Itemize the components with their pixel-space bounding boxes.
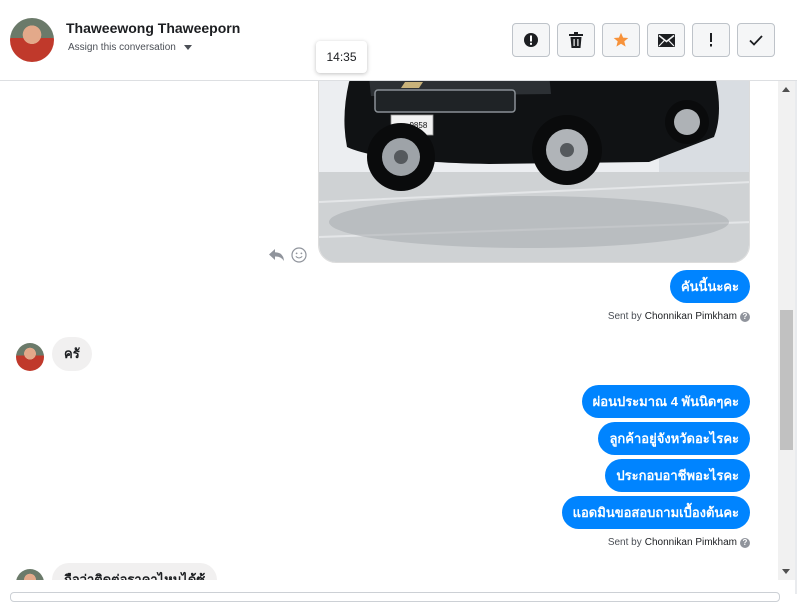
sent-by-prefix: Sent by <box>607 311 642 322</box>
assign-conversation-dropdown[interactable]: Assign this conversation <box>68 42 192 53</box>
mark-spam-button[interactable] <box>512 23 550 57</box>
sent-by-label: Sent by Chonnikan Pimkham ? <box>608 537 750 548</box>
checkmark-icon <box>749 34 763 46</box>
trash-icon <box>569 32 583 48</box>
mark-unread-button[interactable] <box>647 23 685 57</box>
contact-avatar-small[interactable] <box>16 343 44 371</box>
message-bubble-outgoing[interactable]: คันนี้นะคะ <box>669 270 750 303</box>
message-bubble-incoming[interactable]: ถือว่าติดต่อราคาไหมได้ซ้ <box>52 563 218 580</box>
help-icon[interactable]: ? <box>740 311 750 322</box>
assign-label: Assign this conversation <box>68 42 176 53</box>
message-tools <box>268 247 307 263</box>
follow-up-button[interactable] <box>692 23 730 57</box>
message-bubble-outgoing[interactable]: ผ่อนประมาณ 4 พันนิดๆคะ <box>581 385 750 418</box>
star-button[interactable] <box>602 23 640 57</box>
contact-name[interactable]: Thaweewong Thaweeporn <box>66 20 240 36</box>
conversation-header: Thaweewong Thaweeporn Assign this conver… <box>0 0 797 81</box>
message-bubble-outgoing[interactable]: แอดมินขอสอบถามเบื้องต้นคะ <box>561 496 750 529</box>
exclamation-icon <box>710 33 712 47</box>
message-bubble-incoming[interactable]: ครั <box>52 337 92 371</box>
message-thread[interactable]: บน 9858 คันนี้นะคะ Sent by Chonnikan Pim… <box>0 81 778 580</box>
star-icon <box>613 32 629 47</box>
delete-button[interactable] <box>557 23 595 57</box>
contact-avatar[interactable] <box>10 18 54 62</box>
action-toolbar <box>512 23 775 57</box>
sent-by-author[interactable]: Chonnikan Pimkham <box>645 537 737 548</box>
scroll-up-arrow-icon[interactable] <box>782 87 790 92</box>
car-photo-attachment[interactable]: บน 9858 <box>318 81 750 263</box>
help-icon[interactable]: ? <box>740 537 750 548</box>
emoji-reaction-icon[interactable] <box>291 247 307 263</box>
message-bubble-outgoing[interactable]: ลูกค้าอยู่จังหวัดอะไรคะ <box>598 422 750 455</box>
mark-done-button[interactable] <box>737 23 775 57</box>
reply-icon[interactable] <box>268 248 285 262</box>
contact-avatar-small[interactable] <box>16 569 44 580</box>
sent-by-author[interactable]: Chonnikan Pimkham <box>645 311 737 322</box>
envelope-icon <box>657 33 675 47</box>
sent-by-prefix: Sent by <box>607 537 642 548</box>
caret-down-icon <box>183 45 192 50</box>
timestamp-tooltip: 14:35 <box>316 41 367 73</box>
alert-circle-icon <box>524 33 538 47</box>
scroll-down-arrow-icon[interactable] <box>782 569 790 574</box>
scroll-thumb[interactable] <box>780 310 793 450</box>
thread-scrollbar[interactable] <box>778 81 795 580</box>
sent-by-label: Sent by Chonnikan Pimkham ? <box>608 311 750 322</box>
message-bubble-outgoing[interactable]: ประกอบอาชีพอะไรคะ <box>605 459 750 492</box>
